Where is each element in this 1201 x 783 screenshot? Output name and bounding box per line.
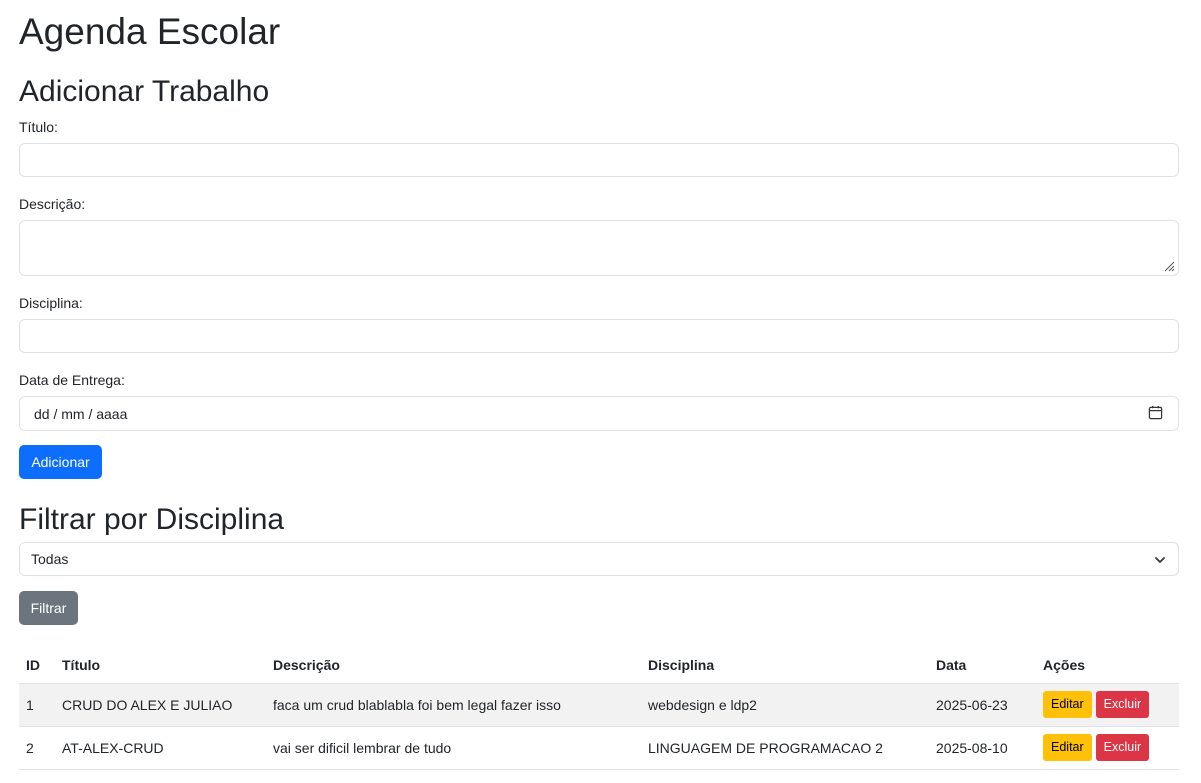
cell-description: faca um crud blablabla foi bem legal faz… <box>266 683 641 727</box>
cell-actions: Editar Excluir <box>1036 683 1179 727</box>
cell-description: vai ser dificil lembrar de tudo <box>266 726 641 770</box>
cell-title: CRUD DO ALEX E JULIAO <box>55 683 266 727</box>
add-section-heading: Adicionar Trabalho <box>19 75 270 108</box>
header-description: Descrição <box>266 647 641 684</box>
due-date-label: Data de Entrega: <box>19 372 125 388</box>
edit-button[interactable]: Editar <box>1043 691 1092 718</box>
due-date-input[interactable]: dd / mm / aaaa <box>19 396 1179 431</box>
table-row: 2 AT-ALEX-CRUD vai ser dificil lembrar d… <box>19 726 1179 770</box>
assignments-table: ID Título Descrição Disciplina Data Açõe… <box>19 647 1179 770</box>
add-button[interactable]: Adicionar <box>19 445 102 479</box>
description-label: Descrição: <box>19 196 86 212</box>
title-input[interactable] <box>19 143 1179 177</box>
header-actions: Ações <box>1036 647 1179 684</box>
header-id: ID <box>19 647 55 684</box>
header-title: Título <box>55 647 266 684</box>
delete-button[interactable]: Excluir <box>1095 734 1150 761</box>
header-date: Data <box>929 647 1036 684</box>
discipline-input[interactable] <box>19 319 1179 353</box>
page-title: Agenda Escolar <box>19 11 281 52</box>
cell-id: 1 <box>19 683 55 727</box>
cell-date: 2025-08-10 <box>929 726 1036 770</box>
discipline-filter-value: Todas <box>31 551 69 567</box>
cell-date: 2025-06-23 <box>929 683 1036 727</box>
description-textarea[interactable] <box>19 220 1179 276</box>
edit-button[interactable]: Editar <box>1043 734 1092 761</box>
title-label: Título: <box>19 119 58 135</box>
calendar-icon[interactable] <box>1148 405 1163 420</box>
table-header-row: ID Título Descrição Disciplina Data Açõe… <box>19 647 1179 684</box>
resize-handle-icon[interactable] <box>1164 261 1175 272</box>
cell-title: AT-ALEX-CRUD <box>55 726 266 770</box>
filter-section-heading: Filtrar por Disciplina <box>19 503 285 536</box>
cell-discipline: LINGUAGEM DE PROGRAMACAO 2 <box>641 726 929 770</box>
cell-actions: Editar Excluir <box>1036 726 1179 770</box>
due-date-placeholder: dd / mm / aaaa <box>34 406 128 422</box>
cell-discipline: webdesign e ldp2 <box>641 683 929 727</box>
discipline-filter-select[interactable]: Todas <box>19 542 1179 576</box>
filter-button[interactable]: Filtrar <box>19 591 78 625</box>
chevron-down-icon <box>1155 557 1165 563</box>
cell-id: 2 <box>19 726 55 770</box>
discipline-label: Disciplina: <box>19 295 83 311</box>
table-row: 1 CRUD DO ALEX E JULIAO faca um crud bla… <box>19 683 1179 727</box>
header-discipline: Disciplina <box>641 647 929 684</box>
delete-button[interactable]: Excluir <box>1095 691 1150 718</box>
